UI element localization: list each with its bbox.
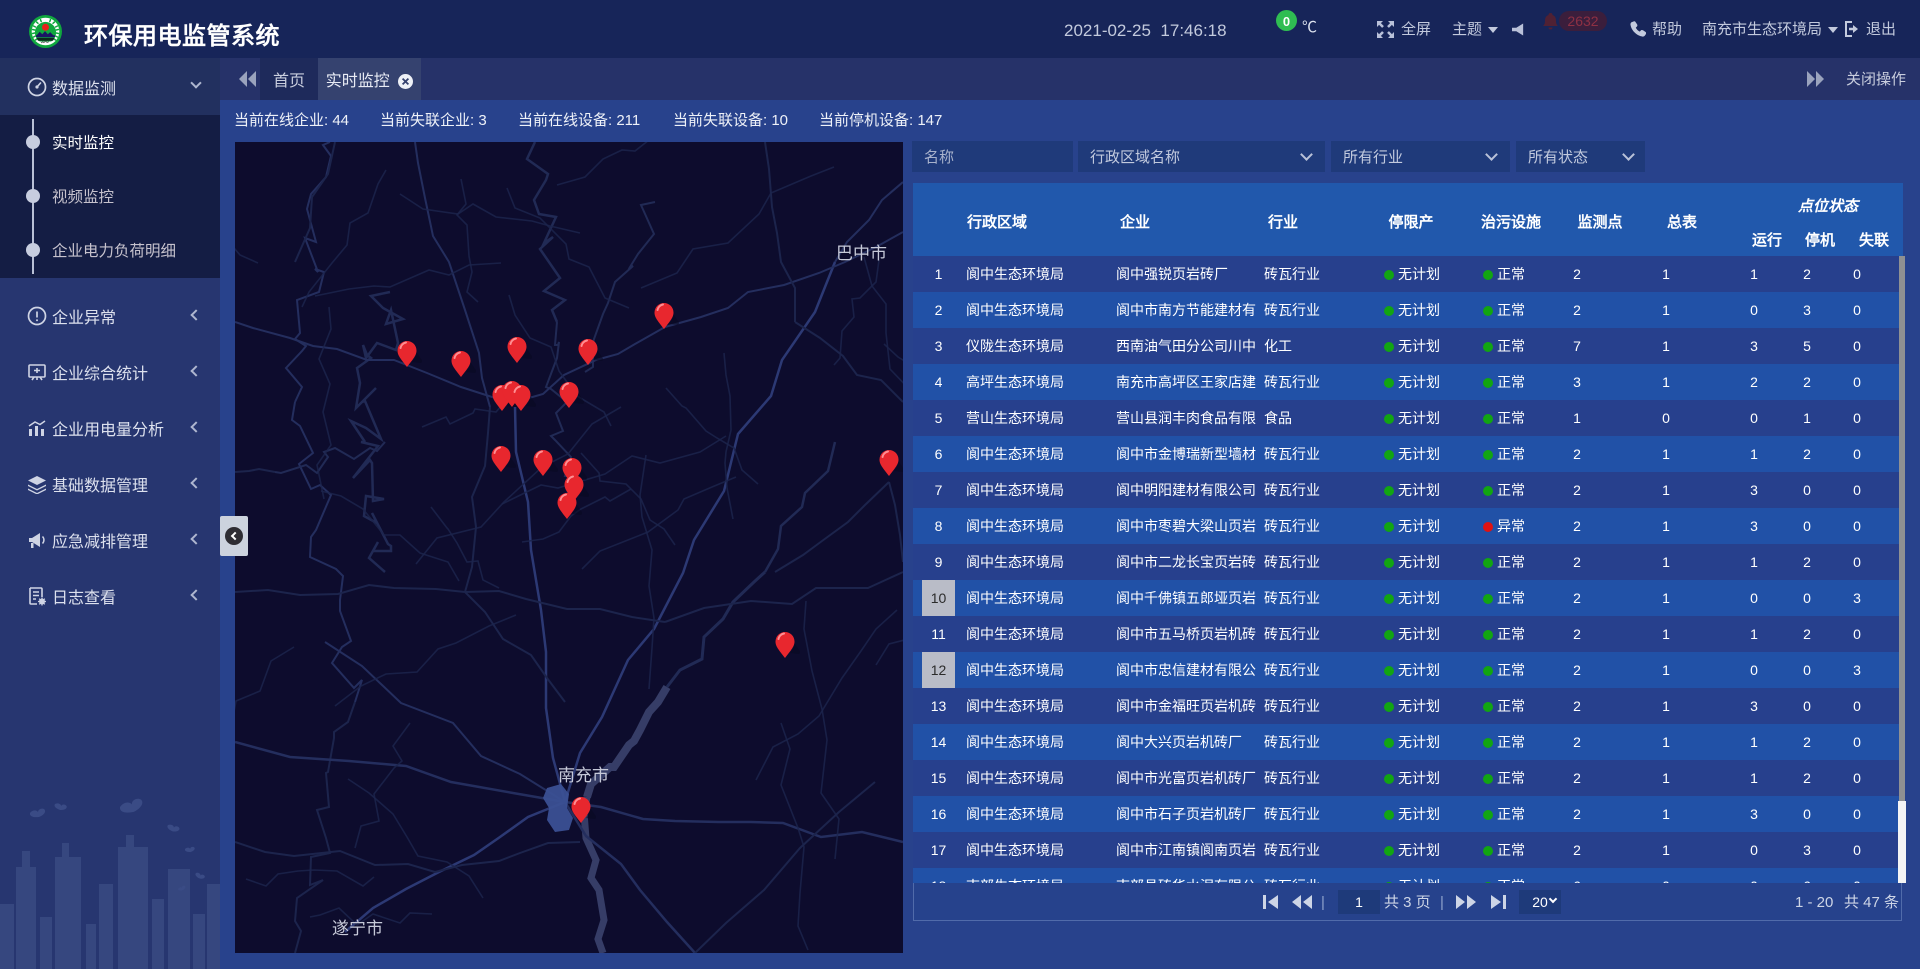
svg-text:南充市: 南充市 — [558, 761, 609, 786]
svg-text:巴中市: 巴中市 — [836, 239, 887, 264]
svg-text:遂宁市: 遂宁市 — [332, 914, 383, 939]
